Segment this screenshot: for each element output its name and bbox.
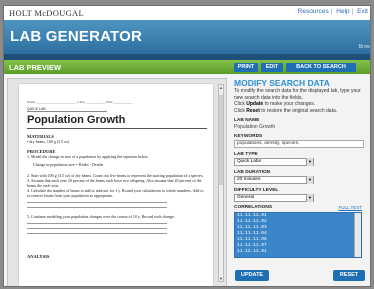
list-scrollbar[interactable] <box>354 213 361 257</box>
link-separator: | <box>330 8 333 15</box>
difficulty-select[interactable]: General ▼ <box>234 194 314 202</box>
analysis-heading: ANALYSIS <box>27 254 50 259</box>
quick-lab-label: QUICK LAB <box>27 107 107 112</box>
reset-button[interactable]: RESET <box>333 270 365 281</box>
chevron-down-icon: ▼ <box>306 194 313 202</box>
modify-search-panel: MODIFY SEARCH DATA To modify the search … <box>231 78 370 286</box>
correlations-header: CORRELATIONS FULL TEXT <box>234 205 370 212</box>
top-bar: HOLT McDOUGAL Resources | Help | Exit <box>4 6 370 20</box>
resources-link[interactable]: Resources <box>296 8 331 15</box>
print-button[interactable]: PRINT <box>234 63 258 72</box>
scroll-thumb[interactable] <box>219 95 223 185</box>
update-button[interactable]: UPDATE <box>235 270 269 281</box>
list-item[interactable]: 11.12.11.01 <box>235 249 361 255</box>
difficulty-label: DIFFICULTY LEVEL <box>234 188 279 193</box>
app-title: LAB GENERATOR <box>10 28 143 45</box>
brand-logo: HOLT McDOUGAL <box>9 8 84 18</box>
procedure-step: 3. Assume that each year 20 percent of t… <box>27 178 202 188</box>
main-content: Name _______________________ Class _____… <box>4 74 370 286</box>
name-class-date-line: Name _______________________ Class _____… <box>27 100 133 104</box>
lab-type-label: LAB TYPE <box>234 152 258 157</box>
correlations-list[interactable]: 11.11.11.01 11.11.11.02 11.11.11.03 11.1… <box>234 212 362 258</box>
procedure-step: 5. Continue modeling your population cha… <box>27 214 175 219</box>
link-separator: | <box>351 8 354 15</box>
modify-instructions: To modify the search data for the displa… <box>234 88 361 101</box>
lab-name-label: LAB NAME <box>234 118 260 123</box>
keywords-label: KEYWORDS <box>234 134 263 139</box>
procedure-step: 1. Model the change in size of a populat… <box>27 154 149 159</box>
lab-preview-pane: Name _______________________ Class _____… <box>7 78 227 286</box>
lab-document: Name _______________________ Class _____… <box>18 83 214 286</box>
exit-link[interactable]: Exit <box>355 8 370 15</box>
help-link[interactable]: Help <box>334 8 351 15</box>
top-links: Resources | Help | Exit <box>296 8 370 15</box>
answer-line <box>27 228 167 229</box>
lab-duration-label: LAB DURATION <box>234 170 271 175</box>
scroll-down-icon[interactable]: ▼ <box>219 276 223 281</box>
modify-title: MODIFY SEARCH DATA <box>234 78 330 88</box>
scroll-up-icon[interactable]: ▲ <box>219 85 223 90</box>
chevron-down-icon: ▼ <box>306 176 313 184</box>
lab-title: Population Growth <box>27 114 207 129</box>
edit-button[interactable]: EDIT <box>261 63 283 72</box>
answer-line <box>27 202 167 203</box>
answer-line <box>27 233 167 234</box>
lab-name-value: Population Growth <box>234 124 276 130</box>
answer-line <box>27 223 167 224</box>
app-frame: HOLT McDOUGAL Resources | Help | Exit LAB … <box>3 5 371 287</box>
full-text-link[interactable]: FULL TEXT <box>338 205 362 210</box>
materials-item: • dry beans, 100 g (3.5 oz) <box>27 139 70 144</box>
browse-link[interactable]: Brow <box>358 44 370 50</box>
procedure-step: 4. Calculate the number of beans to add … <box>27 188 204 198</box>
chevron-down-icon: ▼ <box>306 158 313 166</box>
keywords-input[interactable]: populations, density, species, <box>234 140 364 148</box>
banner: LAB GENERATOR Brow <box>4 20 370 54</box>
preview-bar-title: LAB PREVIEW <box>9 63 62 72</box>
reset-hint: Click Reset to restore the original sear… <box>234 107 338 114</box>
back-to-search-button[interactable]: BACK TO SEARCH <box>286 63 356 72</box>
lab-type-select[interactable]: Quick Labs ▼ <box>234 158 314 166</box>
preview-scrollbar[interactable]: ▲ ▼ <box>218 84 224 282</box>
lab-duration-select[interactable]: 20 minutes ▼ <box>234 176 314 184</box>
